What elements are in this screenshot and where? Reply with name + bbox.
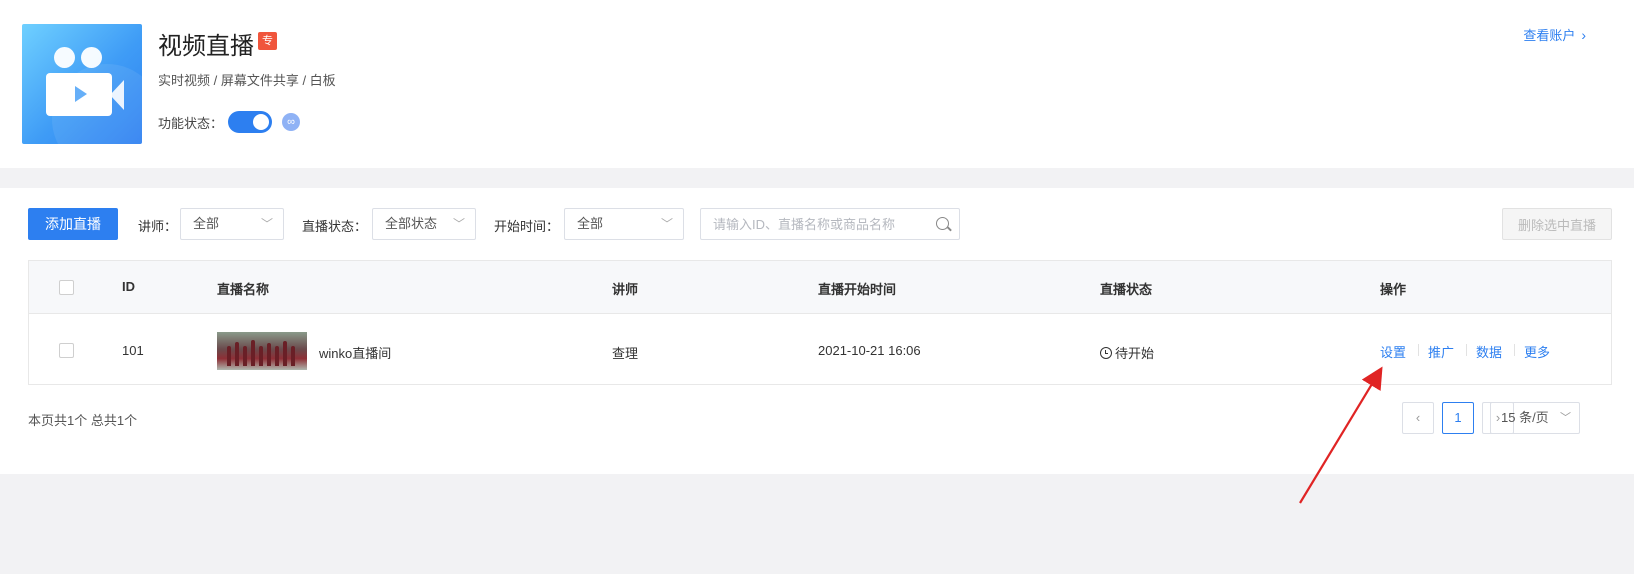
search-box xyxy=(700,208,960,240)
prev-page-button[interactable]: ‹ xyxy=(1402,402,1434,434)
pro-badge: 专 xyxy=(258,32,277,50)
page-size-value: 15 条/页 xyxy=(1501,410,1549,425)
chevron-down-icon: ﹀ xyxy=(1560,412,1571,424)
search-icon[interactable] xyxy=(936,217,949,230)
lecturer-select-value: 全部 xyxy=(193,216,220,231)
status-select-value: 全部状态 xyxy=(385,216,438,231)
column-header-status: 直播状态 xyxy=(1100,282,1153,297)
column-header-actions: 操作 xyxy=(1380,282,1407,297)
add-live-button[interactable]: 添加直播 xyxy=(28,208,118,240)
row-live-name[interactable]: winko直播间 xyxy=(319,343,391,362)
feature-header: 视频直播 专 实时视频 / 屏幕文件共享 / 白板 功能状态： ∞ 查看账户 › xyxy=(0,0,1634,168)
more-action[interactable]: 更多 xyxy=(1524,342,1550,361)
delete-selected-button[interactable]: 删除选中直播 xyxy=(1502,208,1612,240)
row-id: 101 xyxy=(122,343,144,358)
live-cover-thumbnail xyxy=(217,332,307,370)
settings-action[interactable]: 设置 xyxy=(1380,342,1406,361)
feature-status-toggle[interactable] xyxy=(228,111,272,133)
page-1-button[interactable]: 1 xyxy=(1442,402,1474,434)
row-start-time: 2021-10-21 16:06 xyxy=(818,343,921,358)
row-status: 待开始 xyxy=(1100,343,1154,362)
row-lecturer: 查理 xyxy=(612,346,639,361)
chevron-down-icon: ﹀ xyxy=(260,217,273,231)
table-row: 101 winko直播间 查理 2021-10-21 16:06 待开始 设置 … xyxy=(29,314,1611,385)
start-time-filter-label: 开始时间： xyxy=(494,219,560,234)
action-divider xyxy=(1418,344,1419,356)
row-checkbox[interactable] xyxy=(59,343,74,358)
chevron-down-icon: ﹀ xyxy=(452,217,465,231)
column-header-start-time: 直播开始时间 xyxy=(818,282,897,297)
link-icon[interactable]: ∞ xyxy=(282,113,300,131)
video-live-logo xyxy=(22,24,142,144)
search-input[interactable] xyxy=(713,209,933,239)
action-divider xyxy=(1466,344,1467,356)
chevron-right-icon: › xyxy=(1581,27,1586,43)
feature-subtitle: 实时视频 / 屏幕文件共享 / 白板 xyxy=(158,73,336,88)
clock-icon xyxy=(1100,347,1112,359)
lecturer-filter-label: 讲师： xyxy=(138,219,178,234)
status-select[interactable]: 全部状态 ﹀ xyxy=(372,208,476,240)
pagination-summary: 本页共1个 总共1个 xyxy=(28,413,138,428)
start-time-select-value: 全部 xyxy=(577,216,604,231)
view-account-link[interactable]: 查看账户 › xyxy=(1523,25,1586,44)
column-header-id: ID xyxy=(122,279,135,294)
feature-status-label: 功能状态： xyxy=(158,116,224,131)
row-status-label: 待开始 xyxy=(1115,346,1155,361)
promote-action[interactable]: 推广 xyxy=(1428,342,1454,361)
action-divider xyxy=(1514,344,1515,356)
page-size-select[interactable]: 15 条/页 ﹀ xyxy=(1490,402,1580,434)
data-action[interactable]: 数据 xyxy=(1476,342,1502,361)
live-table: ID 直播名称 讲师 直播开始时间 直播状态 操作 101 winko直播间 查… xyxy=(28,260,1612,385)
chevron-down-icon: ﹀ xyxy=(660,217,673,231)
column-header-lecturer: 讲师 xyxy=(612,282,639,297)
start-time-select[interactable]: 全部 ﹀ xyxy=(564,208,684,240)
page-title: 视频直播 xyxy=(158,33,254,60)
column-header-name: 直播名称 xyxy=(217,282,270,297)
status-filter-label: 直播状态： xyxy=(302,219,368,234)
lecturer-select[interactable]: 全部 ﹀ xyxy=(180,208,284,240)
toggle-knob xyxy=(253,114,269,130)
live-list-panel: 添加直播 讲师： 全部 ﹀ 直播状态： 全部状态 ﹀ 开始时间： 全部 ﹀ 删除… xyxy=(0,188,1634,474)
view-account-label: 查看账户 xyxy=(1523,28,1576,43)
table-header: ID 直播名称 讲师 直播开始时间 直播状态 操作 xyxy=(29,261,1611,314)
select-all-checkbox[interactable] xyxy=(59,280,74,295)
